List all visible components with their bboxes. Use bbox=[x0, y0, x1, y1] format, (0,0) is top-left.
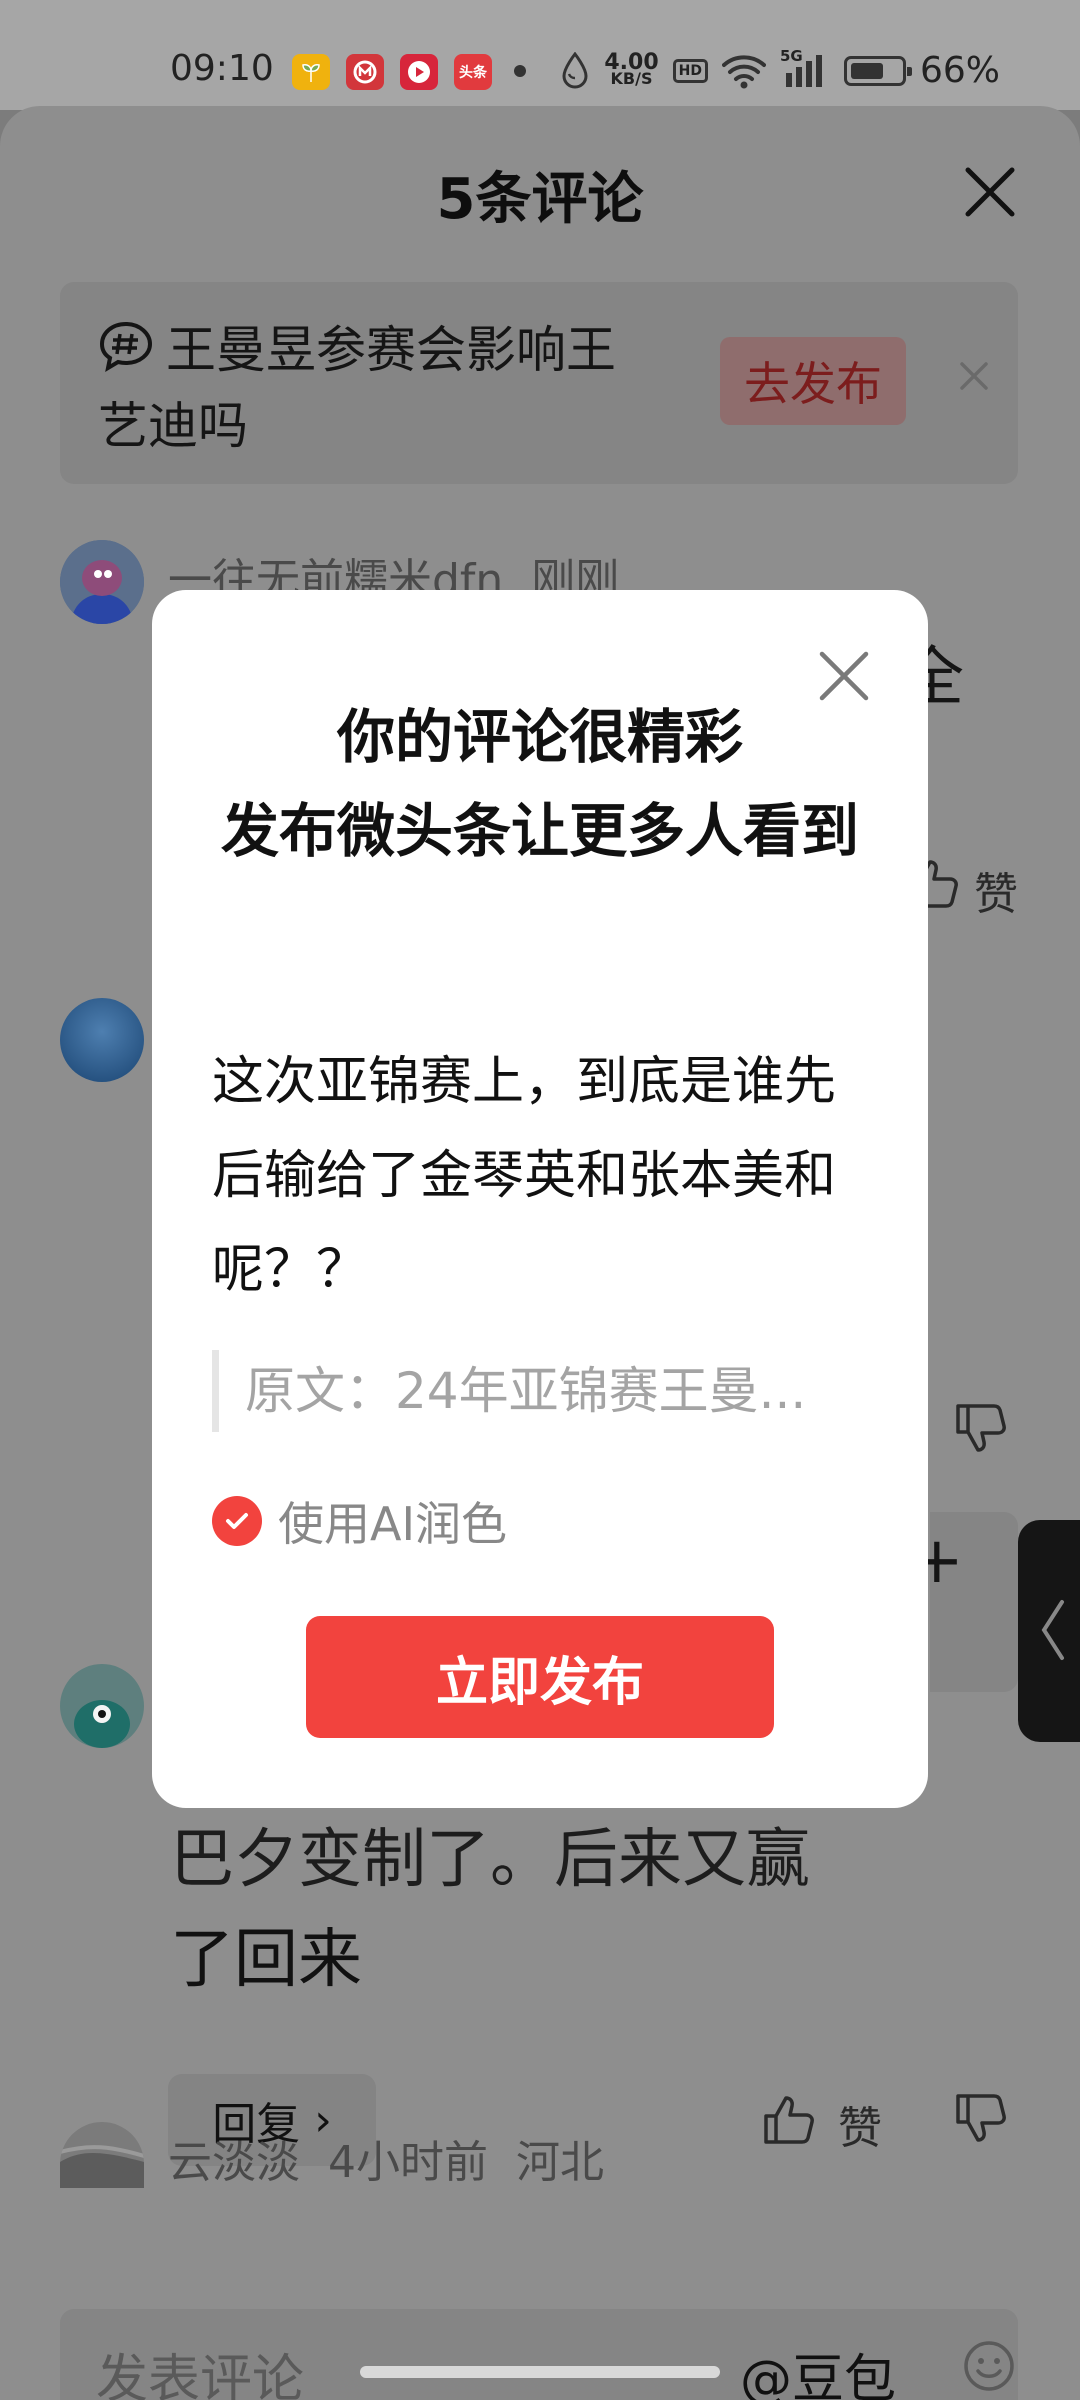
dialog-title-line1: 你的评论很精彩 bbox=[336, 703, 743, 771]
video-app-icon bbox=[400, 54, 438, 90]
status-app-icons: 头条 bbox=[292, 54, 492, 90]
comment-input-placeholder: 发表评论 bbox=[96, 2350, 305, 2400]
sheet-close-icon[interactable] bbox=[958, 160, 1022, 224]
net-speed-unit: KB/S bbox=[610, 68, 653, 88]
ai-polish-label[interactable]: 使用AI润色 bbox=[278, 1488, 507, 1554]
avatar[interactable] bbox=[60, 998, 144, 1082]
bank-app-icon bbox=[346, 54, 384, 90]
ai-polish-toggle[interactable]: 使用AI润色 bbox=[212, 1488, 507, 1554]
comment-input[interactable]: 发表评论 @豆包 bbox=[60, 2309, 1018, 2400]
home-indicator[interactable] bbox=[360, 2366, 720, 2378]
comment-body: 巴夕变制了。后来又赢 了回来 bbox=[170, 1823, 810, 2010]
sprout-app-icon bbox=[292, 54, 330, 90]
comment-body-line: 了回来 bbox=[170, 1923, 362, 1997]
dialog-original-quote: 原文：24年亚锦赛王曼... bbox=[212, 1350, 852, 1432]
cell-signal: 5G bbox=[780, 47, 830, 91]
mention-doubao-button[interactable]: @豆包 bbox=[740, 2337, 896, 2400]
battery-percent: 66% bbox=[919, 50, 1000, 91]
net-speed: 4.00 KB/S bbox=[604, 51, 658, 88]
comment-location: 河北 bbox=[515, 2137, 604, 2188]
like-icon[interactable] bbox=[760, 2090, 818, 2148]
topic-label: 王曼昱参赛会影响王艺迪吗 bbox=[98, 321, 616, 455]
like-label[interactable]: 赞 bbox=[838, 2092, 882, 2156]
comment-time: 4小时前 bbox=[327, 2137, 488, 2188]
topic-hash-icon bbox=[99, 321, 153, 373]
publish-dialog: 你的评论很精彩 发布微头条让更多人看到 这次亚锦赛上，到底是谁先后输给了金琴英和… bbox=[152, 590, 928, 1808]
avatar[interactable] bbox=[60, 2122, 144, 2188]
publish-now-button[interactable]: 立即发布 bbox=[306, 1616, 774, 1738]
avatar[interactable] bbox=[60, 540, 144, 624]
status-right: 4.00 KB/S HD 5G 66% bbox=[560, 47, 1000, 91]
hd-badge: HD bbox=[672, 58, 708, 83]
topic-dismiss-icon[interactable] bbox=[952, 354, 996, 398]
status-time: 09:10 bbox=[170, 48, 274, 89]
checkmark-icon[interactable] bbox=[212, 1496, 262, 1546]
battery-icon bbox=[843, 55, 912, 86]
notification-dot-icon bbox=[514, 65, 526, 77]
comment-meta: 云淡淡 4小时前 河北 bbox=[168, 2126, 604, 2190]
like-label[interactable]: 赞 bbox=[974, 858, 1018, 922]
topic-publish-button[interactable]: 去发布 bbox=[720, 337, 906, 425]
toutiao-app-icon: 头条 bbox=[454, 54, 492, 90]
dislike-icon[interactable] bbox=[952, 2090, 1010, 2148]
side-drawer-handle[interactable] bbox=[1018, 1520, 1080, 1742]
comment-user[interactable]: 云淡淡 bbox=[168, 2137, 300, 2188]
dislike-icon[interactable] bbox=[952, 1400, 1010, 1458]
sheet-title: 5条评论 bbox=[436, 167, 644, 232]
dialog-title: 你的评论很精彩 发布微头条让更多人看到 bbox=[192, 690, 888, 878]
status-bar: 09:10 头条 4.00 KB/S HD 5G 66% bbox=[0, 0, 1080, 110]
data-saver-icon bbox=[562, 51, 588, 88]
chevron-left-icon bbox=[1041, 1600, 1064, 1660]
avatar[interactable] bbox=[60, 1664, 144, 1748]
topic-text: 王曼昱参赛会影响王艺迪吗 bbox=[98, 312, 658, 464]
wifi-icon bbox=[721, 54, 766, 88]
signal-type: 5G bbox=[779, 46, 803, 65]
dialog-comment-text: 这次亚锦赛上，到底是谁先后输给了金琴英和张本美和呢？？ bbox=[212, 1052, 837, 1300]
battery-fill bbox=[850, 62, 883, 79]
topic-card[interactable]: 王曼昱参赛会影响王艺迪吗 去发布 bbox=[60, 282, 1018, 484]
comment-body-line: 巴夕变制了。后来又赢 bbox=[170, 1823, 810, 1897]
emoji-icon[interactable] bbox=[962, 2339, 1016, 2393]
dialog-title-line2: 发布微头条让更多人看到 bbox=[220, 797, 859, 865]
